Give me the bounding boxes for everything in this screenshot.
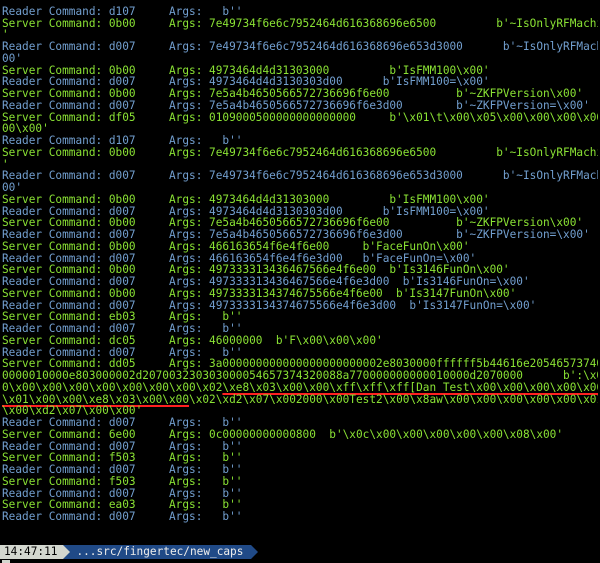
server-command-line — [2, 523, 598, 535]
prompt-time: 14:47:11 — [0, 545, 64, 559]
reader-command-line: Reader Command: d107 Args: b'' — [2, 4, 243, 18]
server-command-line: Server Command: f503 Args: b'' — [2, 474, 243, 488]
reader-command-line: 00' — [2, 181, 23, 194]
reader-command-line: Reader Command: d007 Args: 4973333134364… — [2, 275, 530, 288]
server-command-line: Server Command: 0b00 Args: 7e49734f6e6c7… — [2, 145, 598, 159]
reader-command-line: Reader Command: d007 Args: b'' — [2, 416, 243, 429]
server-command-line: Server Command: 0b00 Args: 7e5a4b4650566… — [2, 87, 584, 100]
server-command-line: Server Command: 0b00 Args: 4973333134374… — [2, 286, 517, 300]
reader-command-line: Reader Command: d007 Args: b'' — [2, 463, 243, 476]
server-command-line: Server Command: 0b00 Args: 466163654f6e4… — [2, 239, 470, 253]
prompt-separator-arrow — [63, 545, 71, 559]
server-command-line: Server Command: dc05 Args: 46000000 b'F\… — [2, 333, 383, 347]
line-text: \x02\xd2\x07\x002000\x00Test2\x00\x8aw\x… — [189, 392, 598, 406]
prompt-end-arrow — [251, 545, 259, 559]
reader-command-line: Reader Command: d007 Args: 7e49734f6e6c7… — [2, 169, 598, 183]
terminal-output[interactable]: 'Reader Command: d107 Args: b''Server Co… — [2, 0, 598, 542]
reader-command-line: Reader Command: d007 Args: b'' — [2, 510, 243, 523]
reader-command-line: Reader Command: d007 Args: 7e5a4b4650566… — [2, 98, 590, 112]
reader-command-line: Reader Command: d007 Args: 7e5a4b4650566… — [2, 228, 590, 241]
server-command-line: Server Command: 6e00 Args: 0c00000000000… — [2, 427, 564, 441]
shell-prompt: 14:47:11 ...src/fingertec/new_caps — [0, 545, 259, 559]
reader-command-line: 00' — [2, 51, 23, 65]
server-command-line: Server Command: 0b00 Args: 4973464d4d313… — [2, 192, 490, 206]
prompt-path: ...src/fingertec/new_caps — [70, 545, 252, 559]
reader-command-line: Reader Command: d107 Args: b'' — [2, 134, 243, 147]
server-command-line: Server Command: 0b00 Args: 7e49734f6e6c7… — [2, 16, 598, 30]
server-command-line: Server Command: df05 Args: 0109000500000… — [2, 110, 598, 124]
reader-command-line: Reader Command: d007 Args: 7e49734f6e6c7… — [2, 40, 598, 53]
reader-command-line: Reader Command: d007 Args: b'' — [2, 322, 243, 335]
